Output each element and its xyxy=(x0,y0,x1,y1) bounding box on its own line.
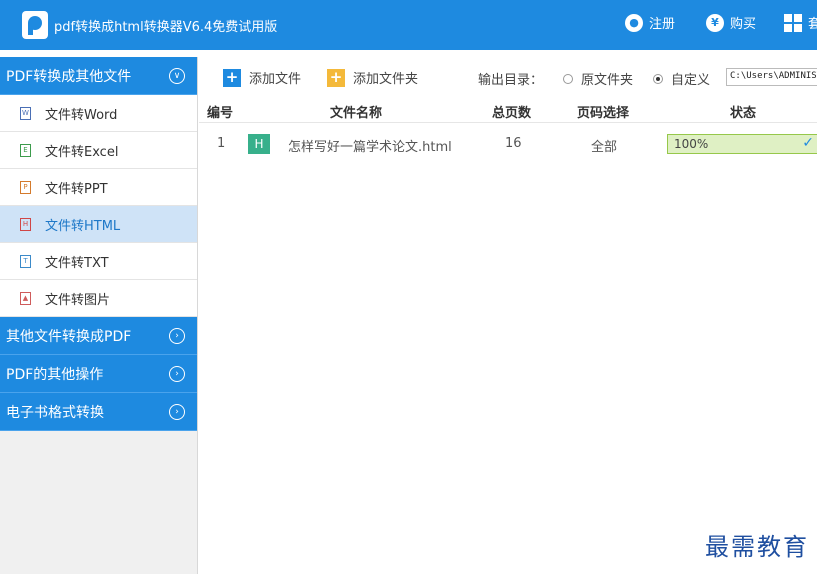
group-label: 其他文件转换成PDF xyxy=(6,328,132,345)
chevron-right-icon: › xyxy=(169,404,185,420)
toolbar: + 添加文件 + 添加文件夹 输出目录： 原文件夹 自定义 C:\Users\A… xyxy=(199,57,817,97)
grid-menu-icon xyxy=(784,13,802,32)
add-folder-icon: + xyxy=(327,68,345,87)
register-label: 注册 xyxy=(649,17,676,32)
option-original-folder[interactable]: 原文件夹 xyxy=(563,69,633,88)
page-count: 16 xyxy=(505,136,522,151)
watermark: 最需教育 xyxy=(705,533,809,561)
sidebar-item-label: 文件转TXT xyxy=(45,255,109,271)
buy-label: 购买 xyxy=(730,17,757,32)
word-file-icon: W xyxy=(20,106,31,120)
group-label: PDF的其他操作 xyxy=(6,366,104,383)
app-title: pdf转换成html转换器V6.4免费试用版 xyxy=(54,20,278,35)
column-header: 页码选择 xyxy=(577,106,630,121)
chevron-right-icon: › xyxy=(169,328,185,344)
check-icon: ✓ xyxy=(802,135,814,151)
radio-custom[interactable] xyxy=(653,73,663,84)
option-original-label: 原文件夹 xyxy=(581,73,634,88)
title-bar: pdf转换成html转换器V6.4免费试用版 ● 注册 ¥ 购买 套 xyxy=(0,0,817,50)
sidebar-item-label: 文件转HTML xyxy=(45,218,121,234)
sidebar-item-excel[interactable]: E 文件转Excel xyxy=(0,132,197,169)
status-text: 100% xyxy=(674,137,709,151)
image-file-icon: ▲ xyxy=(20,291,31,305)
sidebar-item-label: 文件转Word xyxy=(45,107,118,123)
html-file-icon: H xyxy=(20,217,31,231)
yen-icon: ¥ xyxy=(706,13,724,32)
sidebar-item-ppt[interactable]: P 文件转PPT xyxy=(0,169,197,206)
page-selection[interactable]: 全部 xyxy=(591,136,617,155)
column-header: 总页数 xyxy=(492,106,532,121)
output-path-field[interactable]: C:\Users\ADMINISTRATOR xyxy=(726,68,817,86)
group-label: 电子书格式转换 xyxy=(6,404,104,421)
sidebar-group-ebook[interactable]: 电子书格式转换 › xyxy=(0,393,197,431)
add-file-button[interactable]: + 添加文件 xyxy=(223,68,301,87)
column-header: 文件名称 xyxy=(330,106,383,121)
sidebar-item-html[interactable]: H 文件转HTML xyxy=(0,206,197,243)
option-custom-folder[interactable]: 自定义 xyxy=(653,69,710,88)
ppt-file-icon: P xyxy=(20,180,31,194)
sidebar-item-word[interactable]: W 文件转Word xyxy=(0,95,197,132)
sidebar-item-txt[interactable]: T 文件转TXT xyxy=(0,243,197,280)
more-button[interactable]: 套 xyxy=(784,13,817,32)
app-logo-icon xyxy=(22,11,48,39)
html-type-icon: H xyxy=(248,134,270,154)
status-progress: 100% ✓ xyxy=(667,134,817,154)
txt-file-icon: T xyxy=(20,254,31,268)
register-button[interactable]: ● 注册 xyxy=(625,13,675,32)
user-icon: ● xyxy=(625,13,643,32)
sidebar-item-label: 文件转PPT xyxy=(45,181,108,197)
sidebar-item-image[interactable]: ▲ 文件转图片 xyxy=(0,280,197,317)
add-file-icon: + xyxy=(223,68,241,87)
excel-file-icon: E xyxy=(20,143,31,157)
group-label: PDF转换成其他文件 xyxy=(6,68,132,85)
sidebar-group-pdf-to-other[interactable]: PDF转换成其他文件 ∨ xyxy=(0,57,197,95)
sidebar-group-other-to-pdf[interactable]: 其他文件转换成PDF › xyxy=(0,317,197,355)
row-index: 1 xyxy=(217,136,226,151)
table-header: 编号 文件名称 总页数 页码选择 状态 xyxy=(199,97,817,123)
table-row[interactable]: 1 H 怎样写好一篇学术论文.html 16 全部 100% ✓ xyxy=(199,126,817,162)
sidebar-item-label: 文件转图片 xyxy=(45,292,111,308)
output-dir-label: 输出目录： xyxy=(478,73,544,88)
add-file-label: 添加文件 xyxy=(249,72,302,87)
file-name: 怎样写好一篇学术论文.html xyxy=(288,140,452,155)
radio-original[interactable] xyxy=(563,73,573,84)
sidebar-group-pdf-other-ops[interactable]: PDF的其他操作 › xyxy=(0,355,197,393)
buy-button[interactable]: ¥ 购买 xyxy=(706,13,756,32)
more-label: 套 xyxy=(808,17,817,32)
option-custom-label: 自定义 xyxy=(671,73,711,88)
sidebar-item-label: 文件转Excel xyxy=(45,144,119,160)
chevron-down-icon: ∨ xyxy=(169,68,185,84)
column-header: 状态 xyxy=(730,106,757,121)
chevron-right-icon: › xyxy=(169,366,185,382)
sidebar: PDF转换成其他文件 ∨ W 文件转Word E 文件转Excel P 文件转P… xyxy=(0,57,198,574)
add-folder-label: 添加文件夹 xyxy=(353,72,419,87)
add-folder-button[interactable]: + 添加文件夹 xyxy=(327,68,418,87)
column-header: 编号 xyxy=(207,106,234,121)
